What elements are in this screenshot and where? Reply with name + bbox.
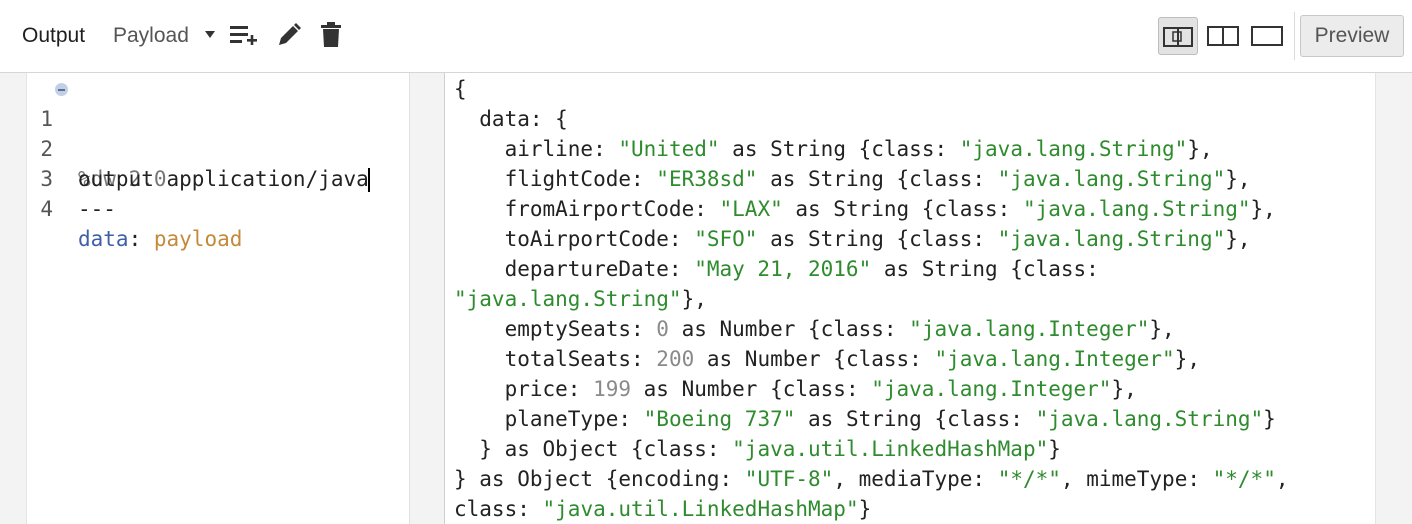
output-line: toAirportCode: "SFO" as String {class: "…: [454, 227, 1251, 251]
fold-icon[interactable]: [55, 83, 68, 96]
preview-button[interactable]: Preview: [1300, 15, 1404, 57]
separator-line: ---: [78, 197, 116, 221]
output-line: planeType: "Boeing 737" as String {class…: [454, 407, 1276, 431]
script-editor[interactable]: 1 %dw 2.0 2 output application/java 3 --…: [27, 73, 409, 524]
editor-line: 1 %dw 2.0: [27, 74, 167, 191]
output-line: emptySeats: 0 as Number {class: "java.la…: [454, 317, 1175, 341]
editor-line: 4 data: payload: [27, 164, 242, 251]
output-line: } as Object {class: "java.util.LinkedHas…: [454, 437, 1061, 461]
output-line: fromAirportCode: "LAX" as String {class:…: [454, 197, 1276, 221]
line-number: 4: [40, 197, 53, 221]
layout-columns-icon[interactable]: [1204, 17, 1244, 55]
toolbar: Output Payload Preview: [0, 0, 1412, 73]
output-line: } as Object {encoding: "UTF-8", mediaTyp…: [454, 467, 1289, 491]
output-line: airline: "United" as String {class: "jav…: [454, 137, 1213, 161]
toolbar-divider: [1294, 12, 1295, 60]
left-gutter: [0, 73, 27, 524]
trash-icon[interactable]: [320, 22, 344, 53]
output-line: departureDate: "May 21, 2016" as String …: [454, 257, 1099, 281]
right-scroll-gutter[interactable]: [1375, 73, 1412, 524]
editor-line: 2 output application/java: [27, 104, 370, 192]
output-line: flightCode: "ER38sd" as String {class: "…: [454, 167, 1251, 191]
payload-dropdown[interactable]: Payload: [113, 24, 189, 48]
editor-line: 3 ---: [27, 134, 116, 221]
chevron-down-icon[interactable]: [205, 31, 215, 38]
body-expression: data: payload: [78, 227, 243, 251]
output-line: "java.lang.String"},: [454, 287, 707, 311]
output-line: class: "java.util.LinkedHashMap"}: [454, 497, 872, 521]
pencil-icon[interactable]: [276, 22, 302, 53]
output-pane: { data: { airline: "United" as String {c…: [446, 73, 1375, 524]
output-line: price: 199 as Number {class: "java.lang.…: [454, 377, 1137, 401]
output-line: data: {: [454, 107, 568, 131]
add-list-icon[interactable]: [230, 22, 260, 53]
output-directive: output application/java: [78, 167, 370, 192]
text-cursor: [367, 168, 370, 192]
output-label: Output: [22, 24, 86, 47]
output-line: {: [454, 77, 467, 101]
pane-splitter[interactable]: [409, 73, 445, 524]
layout-split-icon[interactable]: [1158, 17, 1198, 55]
layout-single-icon[interactable]: [1248, 17, 1288, 55]
output-line: totalSeats: 200 as Number {class: "java.…: [454, 347, 1200, 371]
